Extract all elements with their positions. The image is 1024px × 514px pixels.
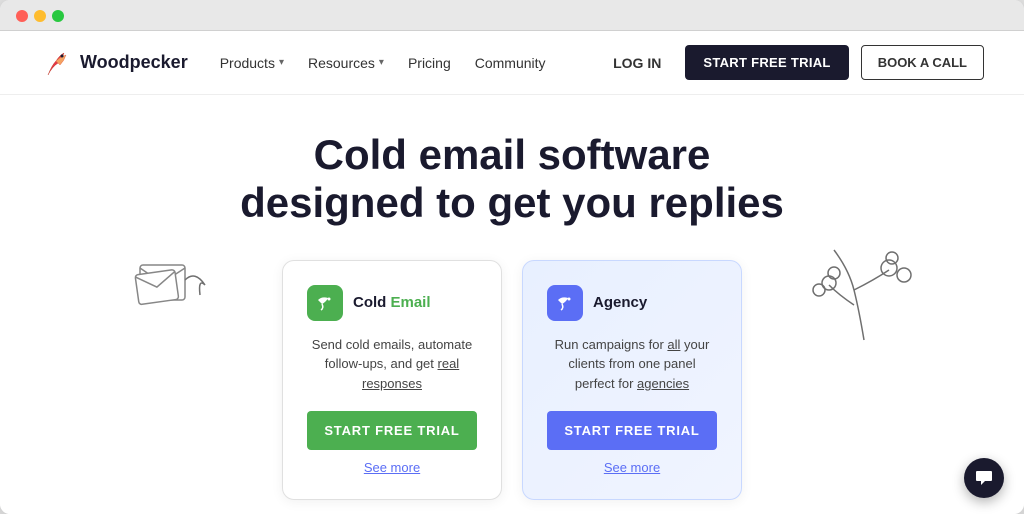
chevron-down-icon: ▾ <box>279 57 284 68</box>
cards-container: Cold Email Send cold emails, automate fo… <box>20 260 1004 501</box>
cold-email-icon <box>307 285 343 321</box>
cold-email-card-title: Cold Email <box>353 294 431 311</box>
nav-community[interactable]: Community <box>475 55 546 71</box>
cold-email-card: Cold Email Send cold emails, automate fo… <box>282 260 502 501</box>
nav-resources[interactable]: Resources ▾ <box>308 55 384 71</box>
browser-chrome <box>0 0 1024 31</box>
agency-card: Agency Run campaigns for all your client… <box>522 260 742 501</box>
woodpecker-logo-icon <box>40 47 72 79</box>
traffic-light-green[interactable] <box>52 10 64 22</box>
nav-pricing[interactable]: Pricing <box>408 55 451 71</box>
cold-email-trial-button[interactable]: START FREE TRIAL <box>307 411 477 450</box>
traffic-light-red[interactable] <box>16 10 28 22</box>
agency-trial-button[interactable]: START FREE TRIAL <box>547 411 717 450</box>
deco-envelope-icon <box>130 250 230 330</box>
agency-card-header: Agency <box>547 285 717 321</box>
nav-actions: LOG IN START FREE TRIAL BOOK A CALL <box>601 45 984 80</box>
nav-products[interactable]: Products ▾ <box>220 55 284 71</box>
login-button[interactable]: LOG IN <box>601 47 673 79</box>
nav-links: Products ▾ Resources ▾ Pricing Community <box>220 55 601 71</box>
cold-email-card-desc: Send cold emails, automate follow-ups, a… <box>307 335 477 394</box>
browser-content: Woodpecker Products ▾ Resources ▾ Pricin… <box>0 31 1024 514</box>
traffic-light-yellow[interactable] <box>34 10 46 22</box>
logo-area[interactable]: Woodpecker <box>40 47 188 79</box>
hero-title: Cold email software designed to get you … <box>20 131 1004 228</box>
logo-text: Woodpecker <box>80 52 188 73</box>
cold-email-card-header: Cold Email <box>307 285 477 321</box>
cold-email-see-more-link[interactable]: See more <box>307 460 477 475</box>
chat-fab-button[interactable] <box>964 458 1004 498</box>
deco-tree-icon <box>804 230 914 350</box>
start-trial-nav-button[interactable]: START FREE TRIAL <box>685 45 848 80</box>
agency-card-title: Agency <box>593 294 647 311</box>
chevron-down-icon: ▾ <box>379 57 384 68</box>
navbar: Woodpecker Products ▾ Resources ▾ Pricin… <box>0 31 1024 95</box>
traffic-lights <box>16 10 64 22</box>
agency-card-desc: Run campaigns for all your clients from … <box>547 335 717 394</box>
book-call-button[interactable]: BOOK A CALL <box>861 45 984 80</box>
agency-icon <box>547 285 583 321</box>
hero-section: Cold email software designed to get you … <box>0 95 1024 514</box>
agency-see-more-link[interactable]: See more <box>547 460 717 475</box>
